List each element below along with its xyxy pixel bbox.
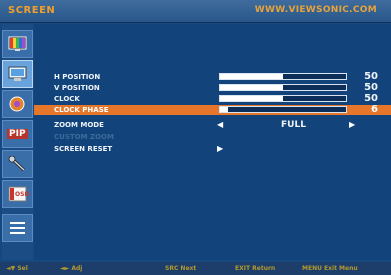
clock-label: CLOCK bbox=[54, 95, 80, 103]
zoom-mode-label: ZOOM MODE bbox=[54, 121, 104, 129]
hint-bar: ◄▼ Sel ◄► Adj SRC Next EXIT Return MENU … bbox=[0, 262, 391, 275]
h-position-fill bbox=[220, 74, 283, 79]
v-position-label: V POSITION bbox=[54, 84, 100, 92]
menu-item-custom-zoom: CUSTOM ZOOM bbox=[34, 132, 391, 142]
menu-lines-icon bbox=[10, 222, 25, 234]
hint-adjust: ◄► Adj bbox=[60, 265, 83, 272]
hint-next: SRC Next bbox=[165, 265, 197, 272]
wrench-icon bbox=[8, 156, 26, 172]
h-position-slider[interactable] bbox=[219, 73, 347, 80]
pip-label: PIP bbox=[7, 129, 28, 139]
screen-menu-panel: H POSITION 50 V POSITION 50 CLOCK 50 CLO… bbox=[34, 24, 391, 260]
clock-slider[interactable] bbox=[219, 95, 347, 102]
menu-title: SCREEN bbox=[8, 5, 56, 16]
menu-item-clock[interactable]: CLOCK 50 bbox=[34, 94, 391, 104]
monitor-icon bbox=[8, 66, 27, 81]
title-bar: SCREEN WWW.VIEWSONIC.COM bbox=[0, 0, 391, 23]
website-label: WWW.VIEWSONIC.COM bbox=[254, 5, 377, 15]
v-position-fill bbox=[220, 85, 283, 90]
zoom-mode-value: FULL bbox=[281, 120, 306, 130]
osd-label: OSD bbox=[15, 191, 30, 198]
tab-picture[interactable] bbox=[2, 30, 33, 58]
custom-zoom-label: CUSTOM ZOOM bbox=[54, 133, 114, 141]
hint-select: ◄▼ Sel bbox=[6, 265, 28, 272]
h-position-value: 50 bbox=[364, 71, 378, 82]
tab-audio[interactable] bbox=[2, 90, 33, 118]
clock-fill bbox=[220, 96, 283, 101]
speaker-icon bbox=[9, 96, 25, 112]
tab-screen[interactable] bbox=[2, 60, 33, 88]
tv-color-bars-icon bbox=[8, 36, 27, 51]
sidebar: PIP OSD bbox=[2, 24, 33, 260]
menu-item-clock-phase[interactable]: CLOCK PHASE 6 bbox=[34, 105, 391, 115]
menu-item-h-position[interactable]: H POSITION 50 bbox=[34, 72, 391, 82]
arrow-right-icon[interactable]: ▶ bbox=[217, 144, 223, 154]
osd-window: SCREEN WWW.VIEWSONIC.COM PIP OSD H POSIT… bbox=[0, 0, 391, 275]
clock-phase-label: CLOCK PHASE bbox=[54, 106, 109, 114]
menu-item-zoom-mode[interactable]: ZOOM MODE ◀ FULL ▶ bbox=[34, 120, 391, 130]
hint-exit-menu: MENU Exit Menu bbox=[302, 265, 358, 272]
menu-item-screen-reset[interactable]: SCREEN RESET ▶ bbox=[34, 144, 391, 154]
arrow-left-icon[interactable]: ◀ bbox=[217, 120, 223, 130]
hint-return: EXIT Return bbox=[235, 265, 276, 272]
clock-phase-fill bbox=[220, 107, 228, 112]
arrow-right-icon[interactable]: ▶ bbox=[349, 120, 355, 130]
clock-phase-value: 6 bbox=[371, 104, 378, 115]
tab-osd[interactable]: OSD bbox=[2, 180, 33, 208]
screen-reset-label: SCREEN RESET bbox=[54, 145, 113, 153]
tab-pip[interactable]: PIP bbox=[2, 120, 33, 148]
v-position-slider[interactable] bbox=[219, 84, 347, 91]
menu-item-v-position[interactable]: V POSITION 50 bbox=[34, 83, 391, 93]
tab-menu[interactable] bbox=[2, 214, 33, 242]
clock-value: 50 bbox=[364, 93, 378, 104]
tab-setup[interactable] bbox=[2, 150, 33, 178]
clock-phase-slider[interactable] bbox=[219, 106, 347, 113]
v-position-value: 50 bbox=[364, 82, 378, 93]
h-position-label: H POSITION bbox=[54, 73, 101, 81]
